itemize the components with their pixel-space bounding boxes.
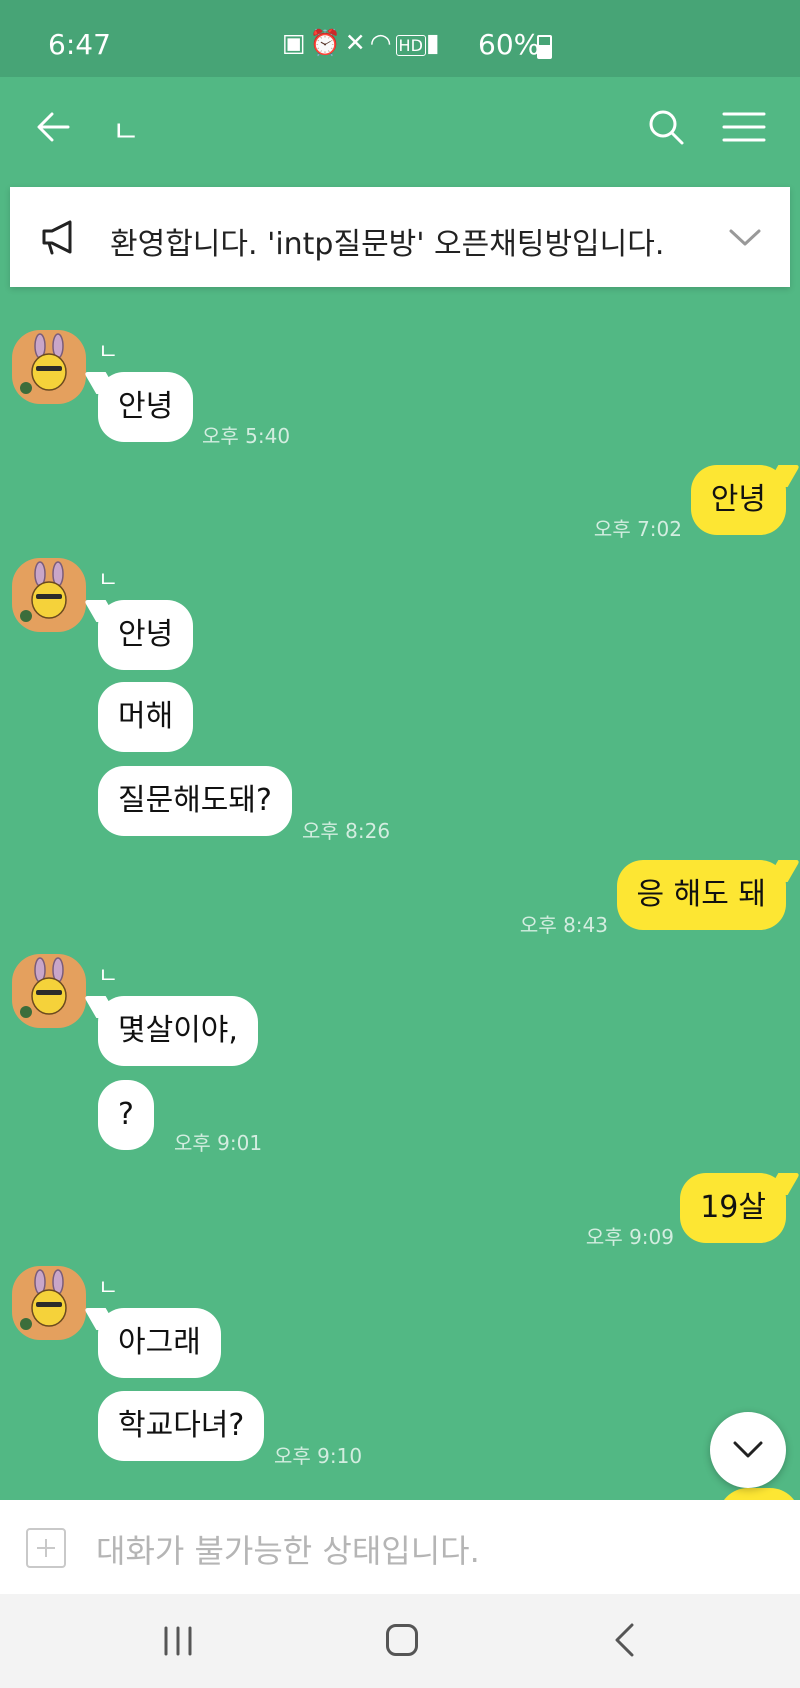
- search-icon[interactable]: [646, 107, 686, 147]
- chat-header: ㄴ: [0, 77, 800, 187]
- sender-name: ㄴ: [98, 964, 119, 989]
- battery-percent: 60%: [478, 28, 541, 61]
- message-time: 오후 7:02: [593, 517, 682, 541]
- message-bubble[interactable]: 머해: [98, 682, 194, 752]
- rabbit-character-icon: [20, 333, 67, 394]
- my-message-bubble[interactable]: 안녕: [690, 465, 786, 535]
- sender-name: ㄴ: [98, 1276, 119, 1301]
- sender-name: ㄴ: [98, 568, 119, 593]
- message-bubble[interactable]: 몇살이야,: [98, 996, 258, 1066]
- message-bubble[interactable]: 질문해도돼?: [98, 766, 292, 836]
- avatar[interactable]: [12, 1266, 86, 1340]
- avatar[interactable]: [12, 330, 86, 404]
- battery-icon: [537, 35, 552, 59]
- wifi-icon: ◠: [369, 28, 396, 57]
- sender-name: ㄴ: [98, 340, 119, 365]
- battery-saver-icon: ▣: [282, 28, 310, 57]
- alarm-icon: ⏰: [309, 28, 345, 57]
- system-nav-bar: [0, 1594, 800, 1688]
- megaphone-icon: [42, 220, 72, 255]
- scroll-to-bottom-button[interactable]: [710, 1412, 786, 1488]
- status-time: 6:47: [48, 28, 111, 61]
- notice-text: 환영합니다. 'intp질문방' 오픈채팅방입니다.: [110, 227, 665, 262]
- rabbit-character-icon: [20, 957, 67, 1018]
- hd-icon: HD: [395, 35, 426, 56]
- chevron-down-icon: [733, 1441, 763, 1458]
- message-time: 오후 9:01: [174, 1131, 263, 1155]
- room-title: ㄴ: [112, 115, 140, 150]
- chevron-down-icon[interactable]: [728, 223, 762, 251]
- home-icon[interactable]: [386, 1624, 418, 1656]
- recents-icon[interactable]: [162, 1626, 194, 1656]
- plus-icon[interactable]: [26, 1528, 66, 1568]
- avatar[interactable]: [12, 954, 86, 1028]
- menu-icon[interactable]: [722, 111, 766, 143]
- message-time: 오후 8:26: [302, 819, 391, 843]
- status-bar: 6:47 ▣⏰✕◠ HD ▮ 60%: [0, 0, 800, 77]
- message-input[interactable]: 대화가 불가능한 상태입니다.: [96, 1526, 480, 1572]
- message-time: 오후 9:10: [274, 1444, 363, 1468]
- avatar[interactable]: [12, 558, 86, 632]
- message-bubble[interactable]: 안녕: [98, 372, 194, 442]
- message-bubble[interactable]: 아그래: [98, 1308, 221, 1378]
- message-bubble[interactable]: ?: [98, 1080, 154, 1150]
- back-arrow-icon[interactable]: [34, 107, 74, 147]
- message-time: 오후 5:40: [202, 424, 291, 448]
- message-bubble[interactable]: 안녕: [98, 600, 194, 670]
- message-bubble[interactable]: 학교다녀?: [98, 1391, 265, 1461]
- message-input-bar: 대화가 불가능한 상태입니다.: [0, 1500, 800, 1594]
- notice-banner[interactable]: 환영합니다. 'intp질문방' 오픈채팅방입니다.: [10, 187, 790, 287]
- mute-icon: ✕: [344, 28, 370, 57]
- my-message-bubble[interactable]: 응 해도 돼: [616, 860, 786, 930]
- message-time: 오후 9:09: [585, 1225, 674, 1249]
- status-icons: ▣⏰✕◠ HD ▮: [282, 28, 444, 58]
- message-time: 오후 8:43: [519, 913, 608, 937]
- rabbit-character-icon: [20, 1269, 67, 1330]
- back-nav-icon[interactable]: [612, 1622, 638, 1658]
- my-message-bubble[interactable]: 19살: [680, 1173, 786, 1243]
- rabbit-character-icon: [20, 561, 67, 622]
- signal-icon: ▮: [425, 28, 444, 57]
